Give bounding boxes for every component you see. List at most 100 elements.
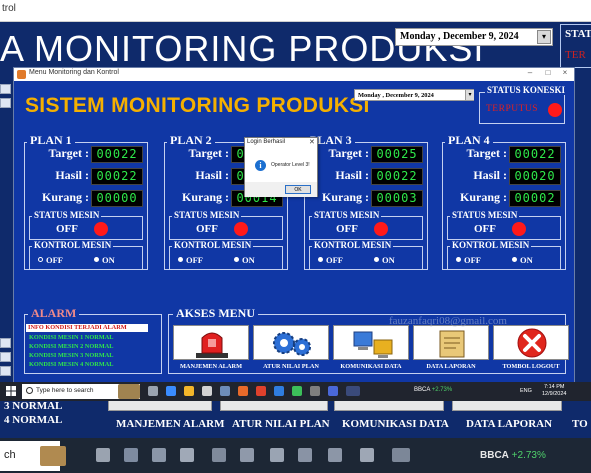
taskbar-deer-icon xyxy=(118,384,140,399)
status-mesin-label: STATUS MESIN xyxy=(172,210,242,220)
background-menu-label: DATA LAPORAN xyxy=(466,418,553,430)
status-mesin-box: STATUS MESIN OFF xyxy=(169,210,283,240)
status-mesin-box: STATUS MESIN OFF xyxy=(447,210,561,240)
status-mesin-box: STATUS MESIN OFF xyxy=(29,210,143,240)
target-label: Target : xyxy=(328,146,369,160)
date-picker[interactable]: Monday , December 9, 2024 xyxy=(354,89,474,101)
task-view-icon[interactable] xyxy=(148,386,158,396)
hasil-value: 00020 xyxy=(509,168,561,185)
taskbar-clock[interactable]: 7:14 PM 12/9/2024 xyxy=(542,384,566,397)
chevron-down-icon[interactable]: ▾ xyxy=(465,90,474,100)
background-stock-name: BBCA xyxy=(480,450,509,461)
akses-menu-label: AKSES MENU xyxy=(173,306,259,321)
background-stock-widget[interactable]: BBCA +2.73% xyxy=(480,450,546,461)
taskbar-active-app-icon[interactable] xyxy=(346,386,360,396)
dialog-title: Login Berhasil xyxy=(247,139,286,145)
background-date-picker[interactable]: Monday , December 9, 2024 xyxy=(395,28,553,46)
plan-panel-3: PLAN 3 Target : 00025 Hasil : 00022 Kura… xyxy=(304,133,428,270)
target-value: 00025 xyxy=(371,146,423,163)
file-explorer-icon[interactable] xyxy=(184,386,194,396)
kurang-label: Kurang : xyxy=(321,190,369,204)
computer-network-icon xyxy=(353,331,393,358)
background-menu-label: MANJEMEN ALARM xyxy=(116,418,225,430)
target-label: Target : xyxy=(188,146,229,160)
background-taskbar-app-icon[interactable] xyxy=(124,448,138,462)
hasil-label: Hasil : xyxy=(335,168,369,182)
mesin-status-text: OFF xyxy=(474,223,496,235)
background-date-dropdown-icon[interactable]: ▾ xyxy=(537,30,551,44)
language-indicator[interactable]: ENG xyxy=(520,388,532,394)
background-taskbar-app-icon[interactable] xyxy=(212,448,226,462)
kondisi-line: KONDISI MESIN 4 NORMAL xyxy=(29,361,114,368)
mesin-status-text: OFF xyxy=(336,223,358,235)
kurang-value: 00002 xyxy=(509,190,561,207)
taskbar-app-icon[interactable] xyxy=(166,386,176,396)
mesin-status-text: OFF xyxy=(56,223,78,235)
kontrol-on-radio[interactable]: ON xyxy=(234,255,255,265)
kurang-label: Kurang : xyxy=(459,190,507,204)
alarm-info-banner: INFO KONDISI TERJADI ALARM xyxy=(26,324,148,332)
background-menu-label: ATUR NILAI PLAN xyxy=(232,418,330,430)
stock-widget[interactable]: BBCA +2.73% xyxy=(414,387,452,393)
kontrol-off-radio[interactable]: OFF xyxy=(318,255,343,265)
target-value: 00022 xyxy=(509,146,561,163)
plan-panel-1: PLAN 1 Target : 00022 Hasil : 00022 Kura… xyxy=(24,133,148,270)
taskbar-app-icon[interactable] xyxy=(202,386,212,396)
status-mesin-label: STATUS MESIN xyxy=(450,210,520,220)
background-taskbar-app-icon[interactable] xyxy=(240,448,254,462)
kurang-label: Kurang : xyxy=(181,190,229,204)
komunikasi-data-button[interactable] xyxy=(333,325,409,360)
app-icon xyxy=(17,70,26,79)
ok-button[interactable]: OK xyxy=(285,185,311,194)
background-taskbar-app-icon[interactable] xyxy=(298,448,312,462)
background-kondisi-line: 4 NORMAL xyxy=(4,414,63,426)
email-watermark: fauzanfaqri08@gmail.com xyxy=(389,315,507,327)
chrome-icon[interactable] xyxy=(256,386,266,396)
status-mesin-label: STATUS MESIN xyxy=(312,210,382,220)
manjemen-alarm-button[interactable] xyxy=(173,325,249,360)
kontrol-on-radio[interactable]: ON xyxy=(94,255,115,265)
vscode-icon[interactable] xyxy=(274,386,284,396)
taskbar-app-icon[interactable] xyxy=(310,386,320,396)
data-laporan-button[interactable] xyxy=(413,325,489,360)
windows-start-icon[interactable] xyxy=(6,386,16,396)
background-taskbar-app-icon[interactable] xyxy=(360,448,374,462)
taskbar-app-icon[interactable] xyxy=(220,386,230,396)
kondisi-line: KONDISI MESIN 3 NORMAL xyxy=(29,352,114,359)
menu-caption: MANJEMEN ALARM xyxy=(179,363,243,370)
kontrol-on-radio[interactable]: ON xyxy=(512,255,533,265)
kontrol-off-radio[interactable]: OFF xyxy=(178,255,203,265)
kontrol-on-radio[interactable]: ON xyxy=(374,255,395,265)
background-menu-label: KOMUNIKASI DATA xyxy=(342,418,449,430)
plan-panel-4: PLAN 4 Target : 00022 Hasil : 00020 Kura… xyxy=(442,133,566,270)
taskbar-app-icon[interactable] xyxy=(292,386,302,396)
connection-status-box: STATUS KONESKI TERPUTUS xyxy=(479,85,567,124)
background-taskbar-app-icon[interactable] xyxy=(328,448,342,462)
window-titlebar[interactable]: Menu Monitoring dan Kontrol – □ × xyxy=(14,68,574,81)
background-taskbar-app-icon[interactable] xyxy=(392,448,410,462)
tombol-logout-button[interactable] xyxy=(493,325,569,360)
close-icon[interactable]: × xyxy=(557,68,573,77)
hasil-value: 00022 xyxy=(371,168,423,185)
maximize-icon[interactable]: □ xyxy=(540,68,556,77)
alarm-label: ALARM xyxy=(28,306,80,321)
minimize-icon[interactable]: – xyxy=(522,68,538,77)
background-taskbar-app-icon[interactable] xyxy=(180,448,194,462)
page-title: SISTEM MONITORING PRODUKSI xyxy=(25,94,370,117)
background-task-view-icon[interactable] xyxy=(96,448,110,462)
kontrol-off-radio[interactable]: OFF xyxy=(38,255,63,265)
taskbar-app-icon[interactable] xyxy=(328,386,338,396)
background-status-value: TER xyxy=(565,49,586,61)
atur-nilai-plan-button[interactable] xyxy=(253,325,329,360)
mesin-status-text: OFF xyxy=(196,223,218,235)
menu-caption: TOMBOL LOGOUT xyxy=(502,363,560,370)
background-status-box: STAT TER xyxy=(560,24,591,68)
logout-x-icon xyxy=(517,328,547,358)
background-taskbar-app-icon[interactable] xyxy=(270,448,284,462)
kontrol-off-radio[interactable]: OFF xyxy=(456,255,481,265)
background-taskbar-app-icon[interactable] xyxy=(152,448,166,462)
gears-icon xyxy=(273,332,311,356)
taskbar-app-icon[interactable] xyxy=(238,386,248,396)
dialog-close-icon[interactable]: ✕ xyxy=(309,138,315,146)
left-edge-fragment xyxy=(0,352,11,362)
